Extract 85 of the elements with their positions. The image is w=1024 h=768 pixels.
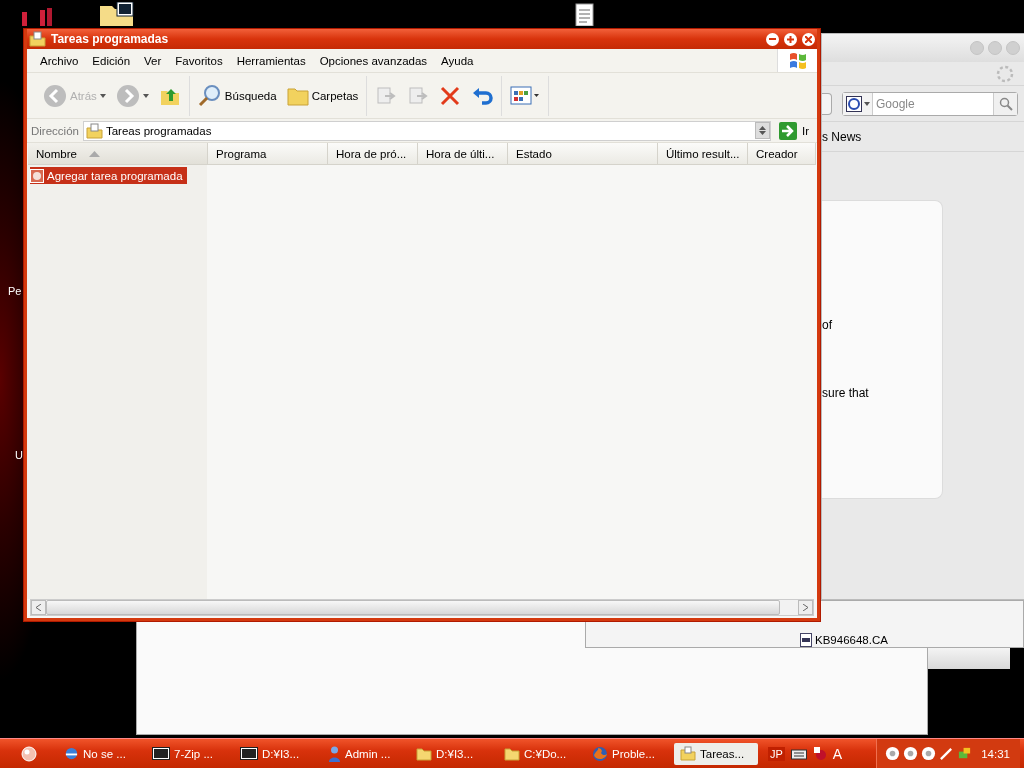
search-button[interactable]: Búsqueda [194,81,280,110]
task-item[interactable]: Agregar tarea programada [30,167,187,184]
close-icon [805,35,812,43]
go-button[interactable]: Ir [774,121,813,140]
address-label: Dirección [31,124,79,137]
engine-logo-icon [846,95,862,112]
search-icon [197,83,222,108]
column-header[interactable]: Último result... [658,143,748,164]
copy-icon [407,84,430,107]
horizontal-scrollbar[interactable] [30,599,814,616]
taskbar-button[interactable]: C:¥Do... [498,742,582,765]
column-header[interactable]: Nombre [28,143,208,164]
caret-icon [864,101,870,106]
menu-item[interactable]: Ver [137,54,169,67]
taskbar-button[interactable]: Proble... [586,742,670,765]
language-indicator[interactable]: JP [768,746,785,761]
minimize-icon [769,38,776,40]
keyboard-icon [790,747,807,760]
address-field[interactable]: Tareas programadas [82,120,771,141]
clock: 14:31 [981,747,1010,760]
notepad-icon [575,2,594,26]
tray-disc-icon [903,746,919,761]
desktop-icon-label: U [15,449,23,461]
desktop-icon-label: Pe [8,285,22,297]
tasks-folder-icon [680,746,696,761]
close-button[interactable] [802,32,815,46]
tray-disc-icon [885,746,901,761]
dropdown-button[interactable] [754,122,770,139]
archive-folder-icon [100,2,134,26]
window-title: Tareas programadas [51,32,170,46]
up-down-arrow-icon [758,126,766,135]
bookmark-link[interactable]: s News [822,129,862,144]
folder-icon [504,746,520,761]
user-icon [328,745,341,762]
taskbar-button[interactable]: 7-Zip ... [146,742,230,765]
tasks-folder-icon [85,122,103,139]
input-mode-indicator[interactable]: A [832,745,843,762]
file-item[interactable]: KB946648.CA [800,633,888,647]
flag-logo-icon [787,51,808,70]
column-header[interactable]: Hora de pró... [328,143,418,164]
taskbar-button[interactable]: D:¥I3... [410,742,494,765]
maximize-icon [787,35,794,43]
taskbar-button[interactable]: D:¥I3... [234,742,318,765]
caret-icon [99,93,106,98]
taskbar-button[interactable]: No se ... [58,742,142,765]
folders-button[interactable]: Carpetas [283,83,362,108]
maximize-button[interactable] [784,32,797,46]
archive-icon [152,747,170,760]
browser-icon [592,745,608,762]
go-arrow-icon [778,121,797,140]
taskbar-button[interactable]: Admin ... [322,742,406,765]
search-button[interactable] [993,92,1017,115]
menu-item[interactable]: Favoritos [168,54,230,67]
column-header[interactable]: Programa [208,143,328,164]
menu-item[interactable]: Herramientas [229,54,313,67]
scroll-left-icon [36,604,41,611]
menu-item[interactable]: Edición [85,54,138,67]
page-text: sure that [822,386,869,400]
loading-spinner-icon [996,64,1014,83]
taskbar-button[interactable]: Tareas... [674,742,758,765]
delete-icon [439,84,462,107]
archive-icon [240,747,258,760]
search-icon [998,96,1013,111]
menu-item[interactable]: Opciones avanzadas [312,54,435,67]
folder-icon [286,85,309,106]
column-header[interactable]: Creador [748,143,816,164]
tray-disc-icon [921,746,937,761]
tasks-folder-icon [29,31,46,47]
caret-icon [142,93,149,98]
sort-arrow-icon [88,150,100,157]
menu-item[interactable]: Ayuda [434,54,481,67]
search-engine-button[interactable] [843,92,873,115]
menu-item[interactable]: Archivo [33,54,86,67]
column-header[interactable]: Hora de últi... [418,143,508,164]
minimize-button[interactable] [766,32,779,46]
move-icon [375,84,398,107]
views-icon [510,84,541,107]
orb-icon [21,745,37,762]
column-header[interactable]: Estado [508,143,658,164]
page-text: of [822,318,832,332]
search-field[interactable]: Google [842,91,1018,116]
folder-icon [416,746,432,761]
globe-icon [64,746,79,761]
scroll-right-icon [803,604,808,611]
ime-pad-icon [812,745,827,762]
